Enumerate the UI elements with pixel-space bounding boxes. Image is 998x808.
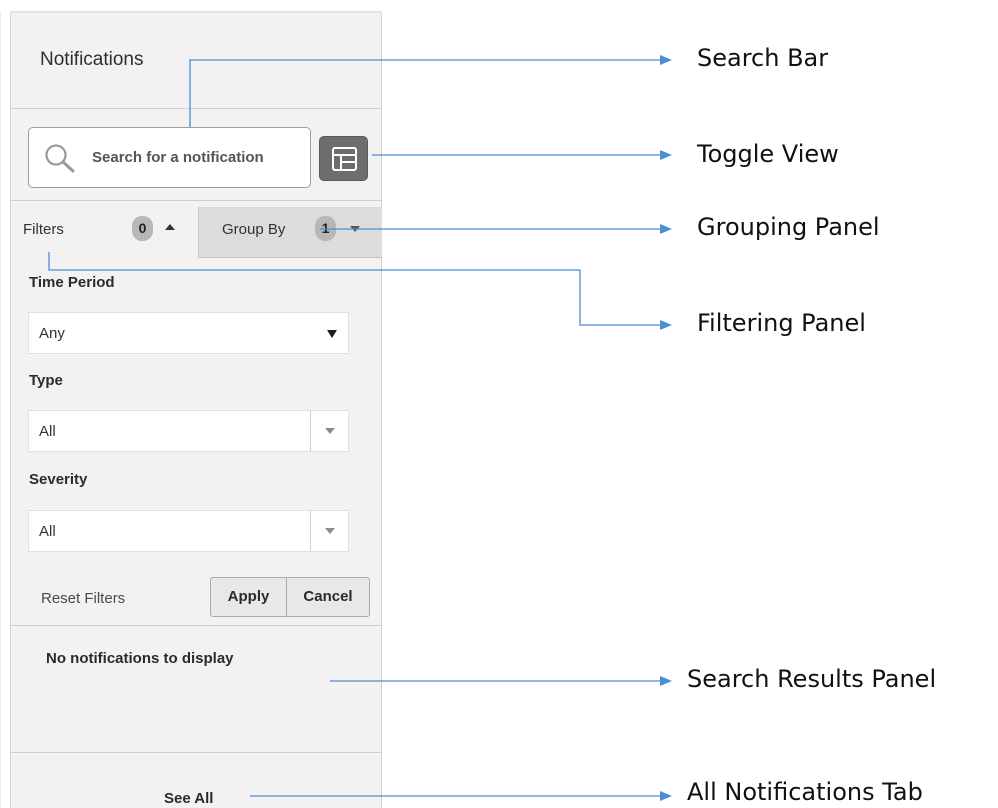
toggle-view-button[interactable] [319,136,368,181]
tab-filters-label: Filters [23,221,64,238]
arrow-head-icon [660,791,672,801]
caret-down-icon [350,226,360,232]
notifications-panel: Notifications Search for a notification … [10,13,382,808]
dropdown-arrow-icon [327,330,337,338]
apply-button[interactable]: Apply [210,577,287,617]
severity-value: All [39,523,56,540]
see-all-link[interactable]: See All [164,790,213,807]
type-label: Type [29,372,63,389]
tab-group-by-label: Group By [222,221,286,238]
time-period-select[interactable]: Any [28,312,349,354]
type-select[interactable]: All [28,410,349,452]
arrow-head-icon [660,150,672,160]
filters-count-badge: 0 [132,216,153,241]
callout-all-notifications-tab: All Notifications Tab [687,778,923,806]
cancel-button[interactable]: Cancel [286,577,370,617]
header-divider [11,108,381,109]
search-divider [11,200,381,201]
panel-title: Notifications [40,49,144,70]
callout-search-results-panel: Search Results Panel [687,665,937,693]
arrow-head-icon [660,55,672,65]
callout-grouping-panel: Grouping Panel [697,213,880,241]
time-period-value: Any [39,325,65,342]
caret-up-icon [165,224,175,230]
severity-select[interactable]: All [28,510,349,552]
time-period-label: Time Period [29,274,115,291]
empty-results-message: No notifications to display [46,650,234,667]
dropdown-arrow-icon[interactable] [310,411,348,451]
callout-search-bar: Search Bar [697,44,829,72]
screenshot-stage: Notifications Search for a notification … [0,0,998,808]
type-value: All [39,423,56,440]
group-by-count-badge: 1 [315,216,336,241]
filters-divider [11,625,381,626]
magnifier-icon [45,144,75,173]
toggle-view-icon [332,147,357,171]
search-placeholder: Search for a notification [92,149,264,166]
severity-label: Severity [29,471,88,488]
arrow-head-icon [660,224,672,234]
callout-toggle-view: Toggle View [697,140,839,168]
tab-group-by[interactable]: Group By 1 [198,207,382,258]
search-input[interactable]: Search for a notification [28,127,311,188]
tab-filters[interactable]: Filters 0 [11,207,198,258]
arrow-head-icon [660,320,672,330]
dropdown-arrow-icon[interactable] [310,511,348,551]
arrow-head-icon [660,676,672,686]
callout-filtering-panel: Filtering Panel [697,309,866,337]
reset-filters-link[interactable]: Reset Filters [41,590,125,607]
results-divider [11,752,381,753]
page-left-edge [0,12,1,808]
